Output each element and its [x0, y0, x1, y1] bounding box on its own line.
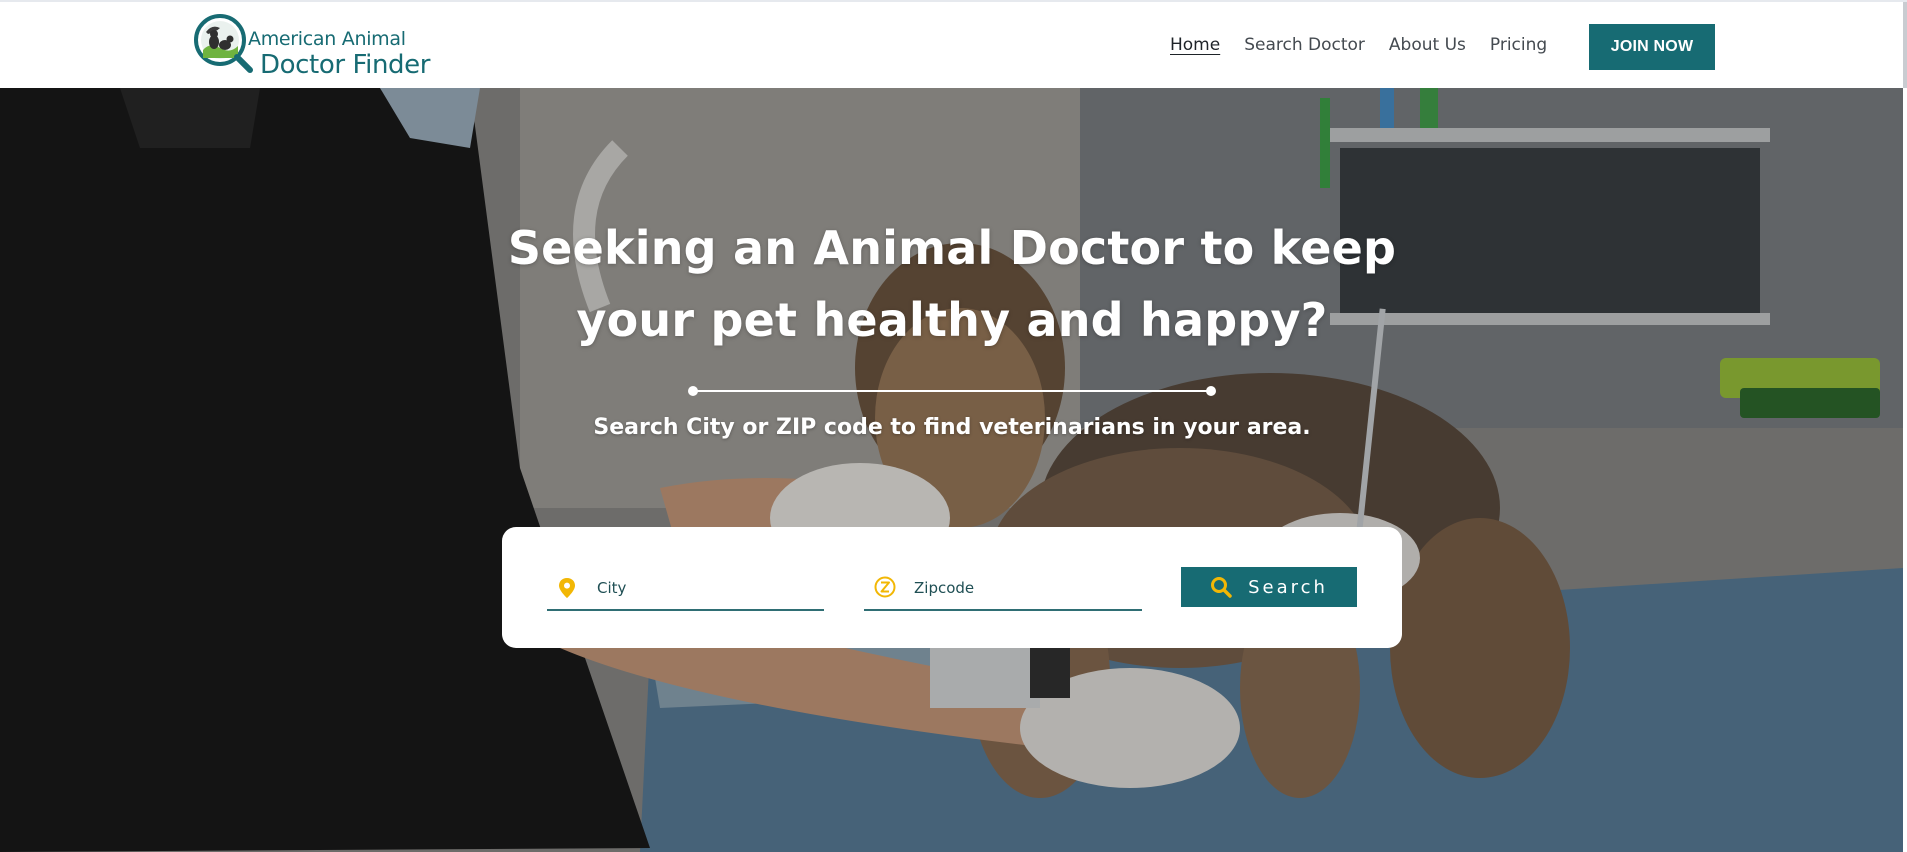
divider-dot-left	[688, 386, 698, 396]
hero-dim-overlay	[0, 88, 1903, 852]
logo-text-top: American Animal	[248, 28, 406, 50]
main-nav: Home Search Doctor About Us Pricing	[1170, 2, 1571, 88]
hero-title: Seeking an Animal Doctor to keep your pe…	[507, 221, 1397, 347]
search-button[interactable]: Search	[1181, 567, 1357, 607]
divider-dot-right	[1206, 386, 1216, 396]
page: American Animal Doctor Finder Home Searc…	[0, 0, 1907, 852]
zipcode-circle-icon	[874, 576, 896, 598]
nav-search-doctor[interactable]: Search Doctor	[1244, 35, 1365, 55]
city-input[interactable]	[597, 573, 812, 603]
nav-about-us[interactable]: About Us	[1389, 35, 1466, 55]
logo-magnifier-pets-icon	[194, 14, 253, 73]
site-logo[interactable]: American Animal Doctor Finder	[190, 12, 440, 80]
zipcode-field	[864, 567, 1142, 611]
logo-text-bottom: Doctor Finder	[260, 50, 431, 80]
hero-section: Seeking an Animal Doctor to keep your pe…	[0, 88, 1903, 852]
hero-subtitle: Search City or ZIP code to find veterina…	[593, 415, 1311, 440]
city-field	[547, 567, 824, 611]
search-button-label: Search	[1248, 576, 1328, 598]
search-icon	[1211, 577, 1232, 598]
zipcode-input[interactable]	[914, 573, 1129, 603]
site-header: American Animal Doctor Finder Home Searc…	[0, 2, 1907, 88]
join-now-button[interactable]: JOIN NOW	[1589, 24, 1715, 70]
divider-line	[692, 390, 1212, 392]
nav-pricing[interactable]: Pricing	[1490, 35, 1547, 55]
hero-divider	[688, 385, 1216, 397]
nav-home[interactable]: Home	[1170, 35, 1220, 55]
search-card: Search	[502, 527, 1402, 648]
map-pin-icon	[559, 578, 575, 598]
